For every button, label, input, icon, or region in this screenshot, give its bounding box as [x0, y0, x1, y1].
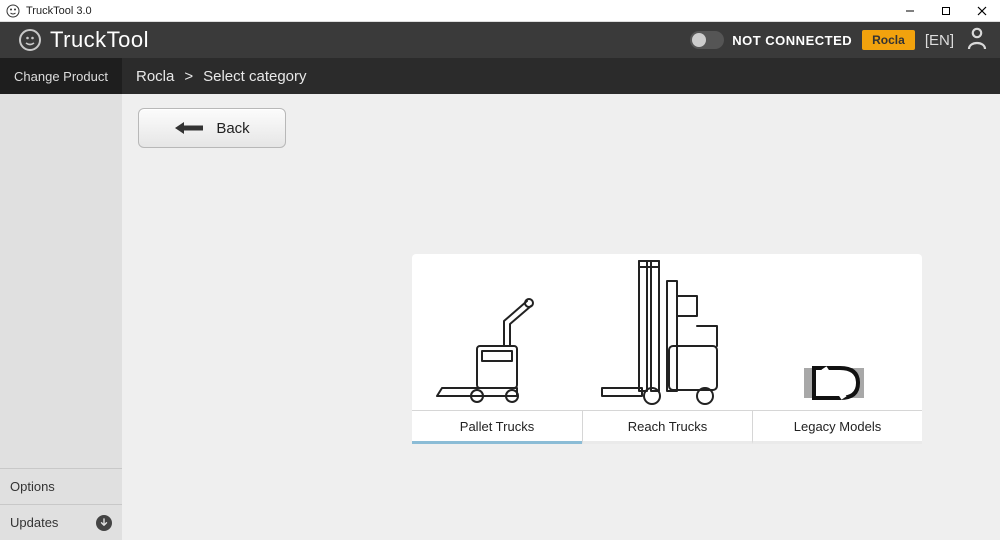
- window-minimize-button[interactable]: [892, 0, 928, 22]
- connection-toggle-icon[interactable]: [690, 31, 724, 49]
- window-title: TruckTool 3.0: [26, 5, 92, 17]
- category-legacy-models[interactable]: Legacy Models: [752, 254, 922, 444]
- brand-button[interactable]: Rocla: [862, 30, 915, 50]
- breadcrumb: Rocla > Select category: [122, 68, 307, 85]
- language-selector[interactable]: [EN]: [925, 32, 954, 49]
- pallet-truck-icon: [432, 296, 562, 406]
- app-name: TruckTool: [50, 27, 149, 53]
- sub-header: Change Product Rocla > Select category: [0, 58, 1000, 94]
- change-product-button[interactable]: Change Product: [0, 58, 122, 94]
- back-arrow-icon: [174, 121, 204, 135]
- category-reach-trucks[interactable]: Reach Trucks: [582, 254, 752, 444]
- user-icon[interactable]: [964, 25, 990, 56]
- sidebar-item-updates[interactable]: Updates: [0, 504, 122, 540]
- category-label: Pallet Trucks: [412, 410, 582, 444]
- category-grid: Pallet Trucks: [412, 254, 922, 444]
- category-pallet-trucks[interactable]: Pallet Trucks: [412, 254, 582, 444]
- connection-status-label: NOT CONNECTED: [732, 33, 852, 48]
- sidebar: Options Updates: [0, 94, 122, 540]
- breadcrumb-separator: >: [184, 68, 193, 85]
- connection-status: NOT CONNECTED: [690, 31, 852, 49]
- breadcrumb-root[interactable]: Rocla: [136, 68, 174, 85]
- app-window-icon: [6, 4, 20, 18]
- trucktool-logo-icon: [18, 28, 42, 52]
- back-button[interactable]: Back: [138, 108, 286, 148]
- category-label: Legacy Models: [752, 410, 922, 444]
- category-label: Reach Trucks: [582, 410, 752, 444]
- sidebar-item-options[interactable]: Options: [0, 468, 122, 504]
- window-maximize-button[interactable]: [928, 0, 964, 22]
- window-close-button[interactable]: [964, 0, 1000, 22]
- main-area: Back: [122, 94, 1000, 540]
- reach-truck-icon: [597, 256, 737, 406]
- os-titlebar: TruckTool 3.0: [0, 0, 1000, 22]
- breadcrumb-current: Select category: [203, 68, 306, 85]
- legacy-models-icon: [802, 360, 872, 406]
- sidebar-item-label: Updates: [10, 515, 58, 530]
- download-icon: [96, 515, 112, 531]
- app-header: TruckTool NOT CONNECTED Rocla [EN]: [0, 22, 1000, 58]
- app-logo: TruckTool: [18, 27, 149, 53]
- back-button-label: Back: [216, 120, 249, 137]
